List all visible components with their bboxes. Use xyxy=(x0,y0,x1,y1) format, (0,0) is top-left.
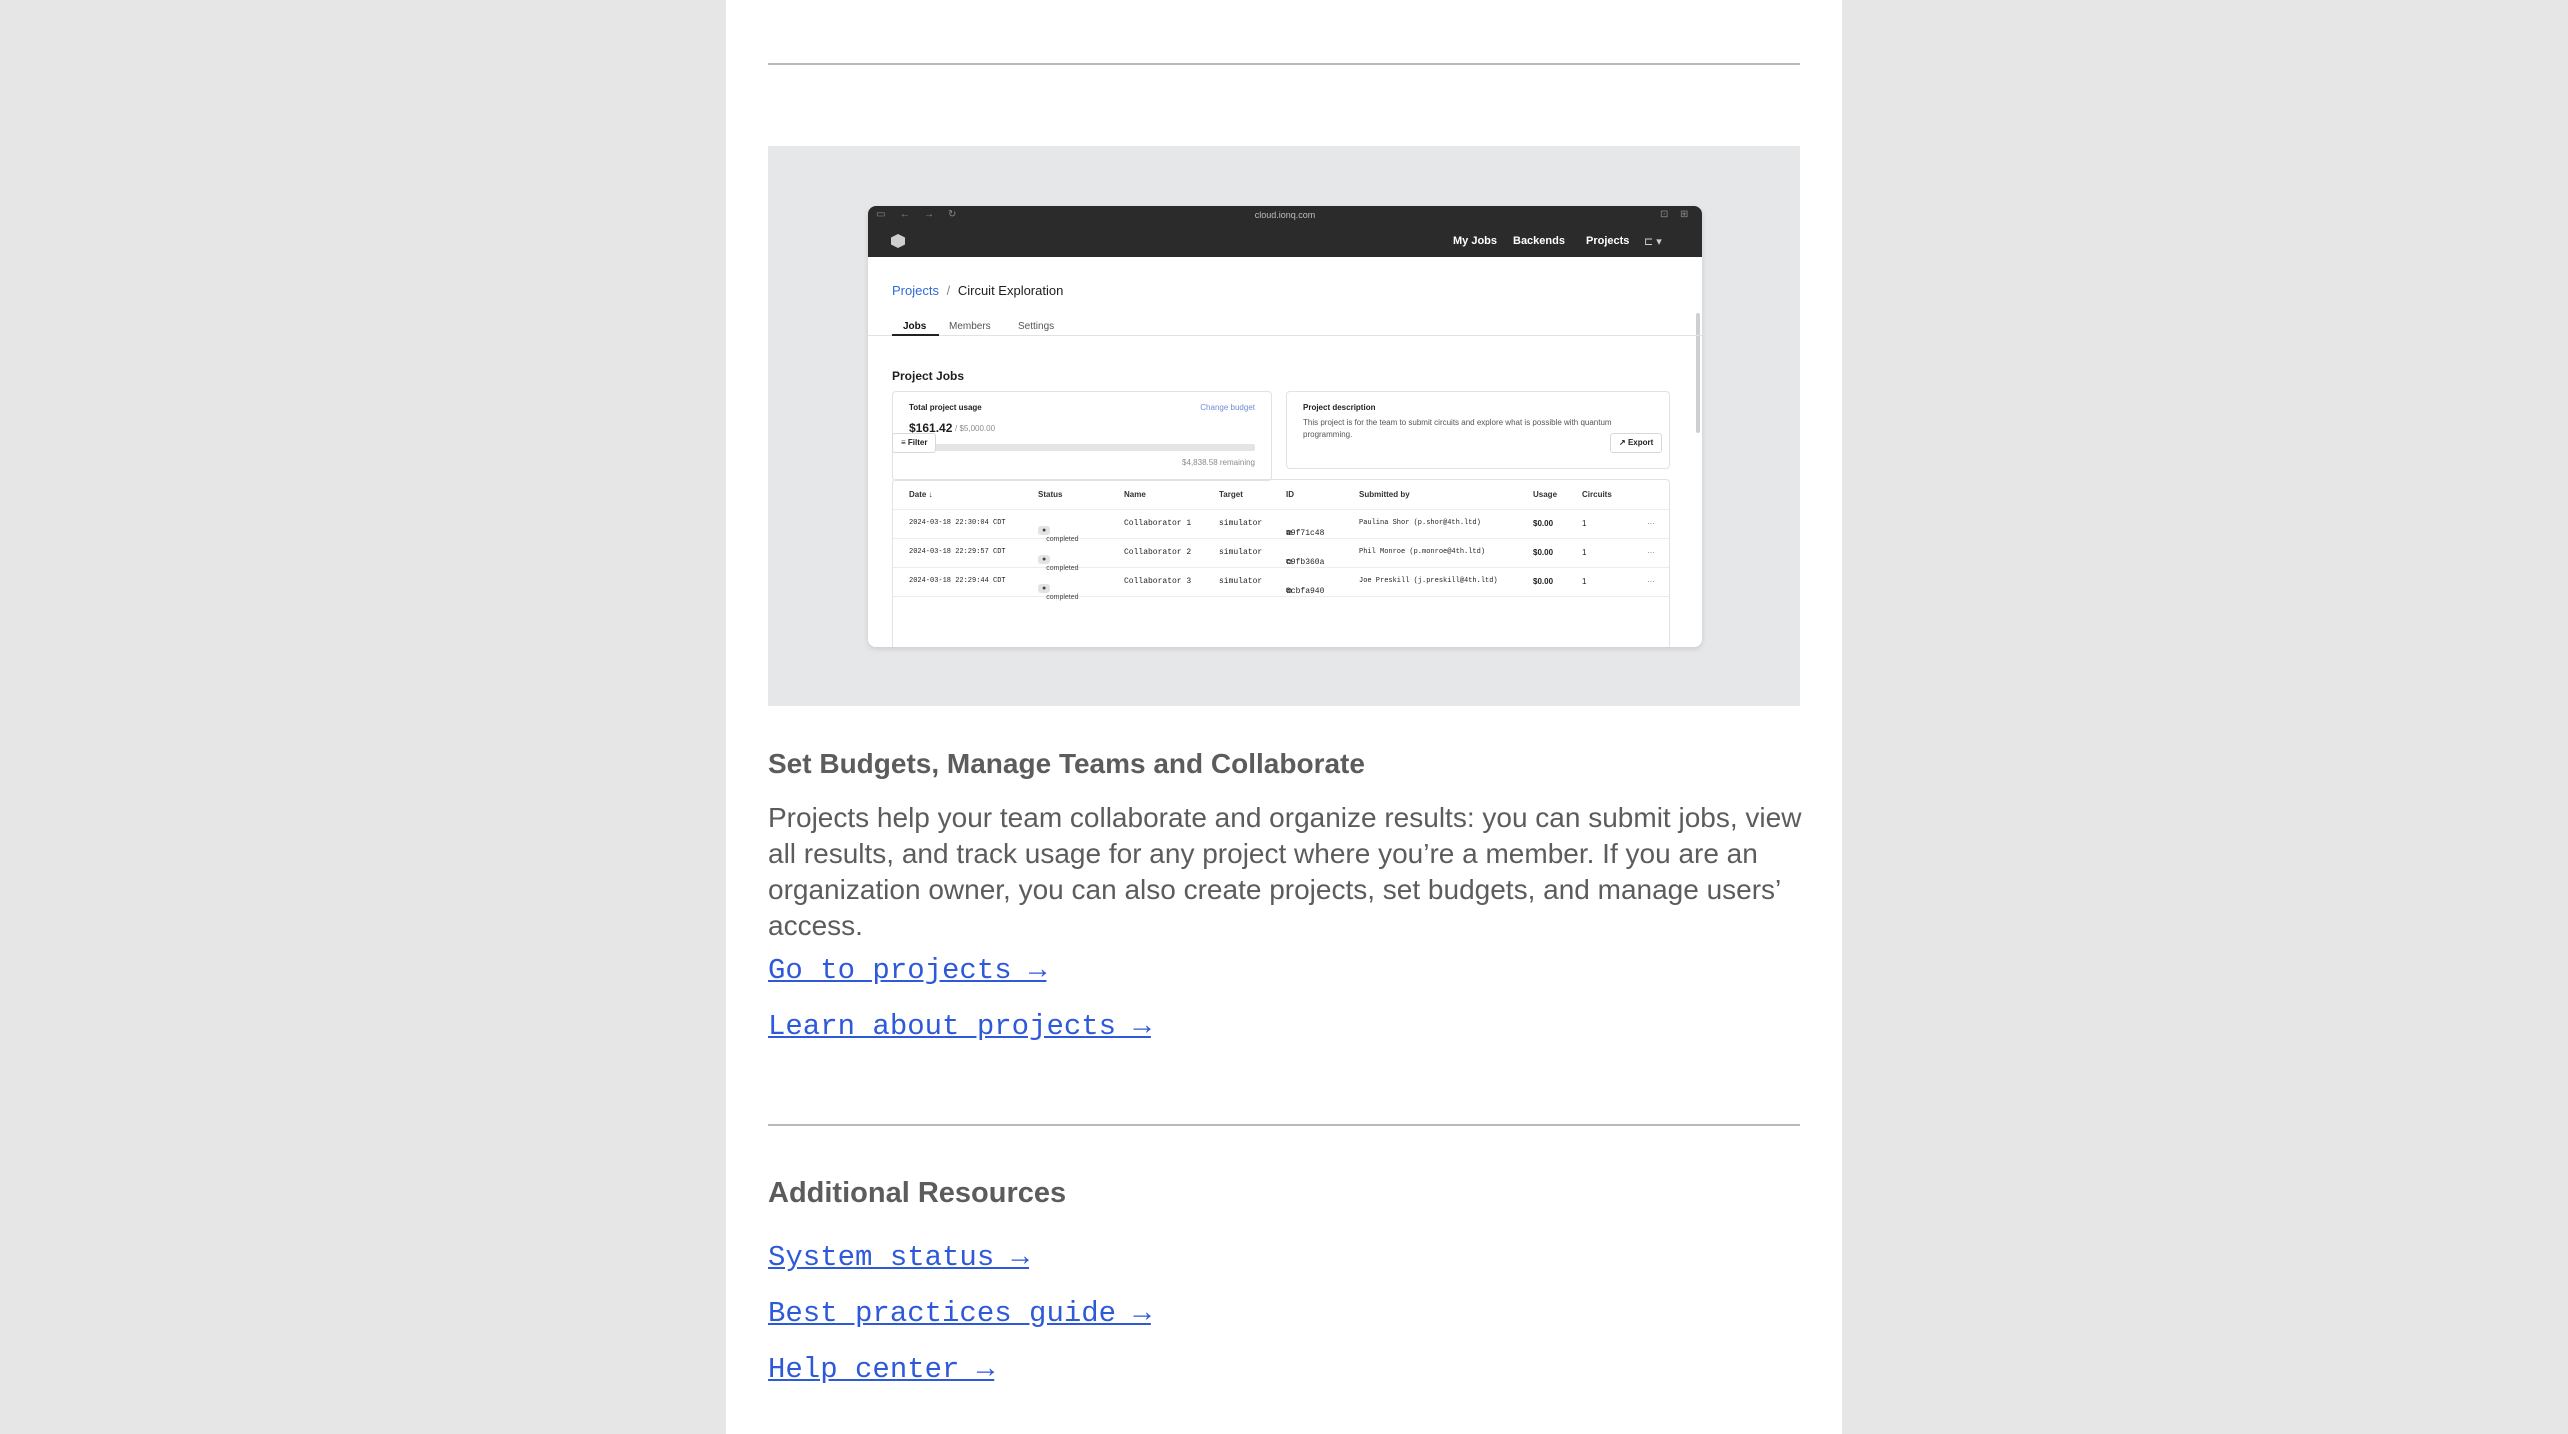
export-icon: ↗ xyxy=(1619,438,1628,447)
browser-url: cloud.ionq.com xyxy=(1254,210,1316,220)
usage-card: Total project usage Change budget $161.4… xyxy=(892,391,1272,481)
col-date: Date ↓ xyxy=(909,490,933,499)
row-name: Collaborator 2 xyxy=(1124,548,1192,557)
usage-budget: / $5,000.00 xyxy=(955,424,996,433)
usage-label: Total project usage xyxy=(909,403,982,412)
export-button: ↗ Export xyxy=(1610,433,1663,453)
section-heading: Set Budgets, Manage Teams and Collaborat… xyxy=(768,748,1365,779)
row-more-icon: ⋯ xyxy=(1647,577,1655,586)
description-label: Project description xyxy=(1303,403,1376,412)
breadcrumb-current: Circuit Exploration xyxy=(957,283,1064,298)
go-to-projects-link[interactable]: Go to projects → xyxy=(768,954,1046,987)
browser-toolbar: ▭ ← → ↻ cloud.ionq.com ⊡ ⊞ xyxy=(868,206,1702,226)
col-circuits: Circuits xyxy=(1582,490,1612,499)
account-menu-icon: ⊏ ▾ xyxy=(1644,236,1662,248)
col-name: Name xyxy=(1124,490,1146,499)
section-body: Projects help your team collaborate and … xyxy=(768,802,1802,941)
learn-about-projects-link[interactable]: Learn about projects → xyxy=(768,1010,1151,1043)
share-icon: ⊡ xyxy=(1660,209,1669,220)
row-submitted-by: Phil Monroe (p.monroe@4th.ltd) xyxy=(1359,548,1486,556)
table-row: 2024-03-18 22:29:57 CDT ● completed Coll… xyxy=(893,538,1669,572)
row-date: 2024-03-18 22:29:57 CDT xyxy=(909,548,1006,556)
resources-heading: Additional Resources xyxy=(768,1177,1067,1209)
row-circuits: 1 xyxy=(1582,577,1587,586)
table-header: Date ↓ Status Name Target ID Submitted b… xyxy=(893,480,1669,510)
breadcrumb-projects: Projects xyxy=(892,283,939,298)
description-card: Project description This project is for … xyxy=(1286,391,1670,469)
row-date: 2024-03-18 22:29:44 CDT xyxy=(909,577,1006,585)
tab-divider xyxy=(868,335,1702,336)
row-usage: $0.00 xyxy=(1533,548,1554,557)
row-more-icon: ⋯ xyxy=(1647,548,1655,557)
usage-progress-bar xyxy=(909,444,1255,451)
status-badge: ● completed xyxy=(1038,526,1079,543)
ionq-logo-icon xyxy=(891,234,905,248)
tab-members: Members xyxy=(949,321,991,332)
row-submitted-by: Joe Preskill (j.preskill@4th.ltd) xyxy=(1359,577,1498,585)
tab-settings: Settings xyxy=(1018,321,1055,332)
jobs-table: Date ↓ Status Name Target ID Submitted b… xyxy=(892,479,1670,647)
row-name: Collaborator 1 xyxy=(1124,519,1192,528)
help-center-link[interactable]: Help center → xyxy=(768,1353,994,1386)
row-usage: $0.00 xyxy=(1533,519,1554,528)
change-budget-link: Change budget xyxy=(1200,403,1255,412)
divider xyxy=(768,63,1800,65)
tab-active-indicator xyxy=(892,334,939,336)
filter-label: Filter xyxy=(907,438,928,447)
copy-icon: ⧉ xyxy=(1286,587,1292,596)
export-label: Export xyxy=(1627,438,1654,447)
row-target: simulator xyxy=(1219,548,1263,557)
row-usage: $0.00 xyxy=(1533,577,1554,586)
nav-projects: Projects xyxy=(1586,235,1630,247)
filter-icon: ≡ xyxy=(901,438,908,447)
usage-remaining: $4,838.58 remaining xyxy=(1182,458,1255,467)
tabs-icon: ⊞ xyxy=(1680,209,1689,220)
col-target: Target xyxy=(1219,490,1243,499)
status-text: completed xyxy=(1046,594,1079,601)
col-submitted-by: Submitted by xyxy=(1359,490,1410,499)
tab-jobs: Jobs xyxy=(903,321,927,332)
copy-icon: ⧉ xyxy=(1286,558,1292,567)
system-status-link[interactable]: System status → xyxy=(768,1241,1029,1274)
filter-button: ≡ Filter xyxy=(892,433,937,453)
col-usage: Usage xyxy=(1533,490,1558,499)
status-badge: ● completed xyxy=(1038,584,1079,601)
app-page: Projects / Circuit Exploration Jobs Memb… xyxy=(868,257,1702,647)
nav-my-jobs: My Jobs xyxy=(1453,235,1498,247)
row-target: simulator xyxy=(1219,577,1263,586)
row-submitted-by: Paulina Shor (p.shor@4th.ltd) xyxy=(1359,519,1481,527)
status-badge: ● completed xyxy=(1038,555,1079,572)
row-circuits: 1 xyxy=(1582,519,1587,528)
row-date: 2024-03-18 22:30:04 CDT xyxy=(909,519,1006,527)
content-column: ▭ ← → ↻ cloud.ionq.com ⊡ ⊞ My Jobs Backe… xyxy=(726,0,1842,1434)
scrollbar xyxy=(1696,313,1700,433)
breadcrumb: Projects / Circuit Exploration xyxy=(892,283,1063,298)
app-header: My Jobs Backends Projects ⊏ ▾ xyxy=(868,226,1702,257)
breadcrumb-separator: / xyxy=(946,283,951,298)
table-row: 2024-03-18 22:30:04 CDT ● completed Coll… xyxy=(893,509,1669,543)
best-practices-link[interactable]: Best practices guide → xyxy=(768,1297,1151,1330)
col-status: Status xyxy=(1038,490,1063,499)
row-more-icon: ⋯ xyxy=(1647,519,1655,528)
row-circuits: 1 xyxy=(1582,548,1587,557)
nav-backends: Backends xyxy=(1513,235,1565,247)
description-text: This project is for the team to submit c… xyxy=(1303,418,1612,439)
browser-window: ▭ ← → ↻ cloud.ionq.com ⊡ ⊞ My Jobs Backe… xyxy=(868,206,1702,647)
projects-screenshot: ▭ ← → ↻ cloud.ionq.com ⊡ ⊞ My Jobs Backe… xyxy=(768,146,1800,706)
row-name: Collaborator 3 xyxy=(1124,577,1192,586)
col-id: ID xyxy=(1286,490,1294,499)
row-target: simulator xyxy=(1219,519,1263,528)
divider xyxy=(768,1124,1800,1126)
project-jobs-title: Project Jobs xyxy=(892,369,965,383)
table-row: 2024-03-18 22:29:44 CDT ● completed Coll… xyxy=(893,567,1669,601)
copy-icon: ⧉ xyxy=(1286,529,1292,538)
